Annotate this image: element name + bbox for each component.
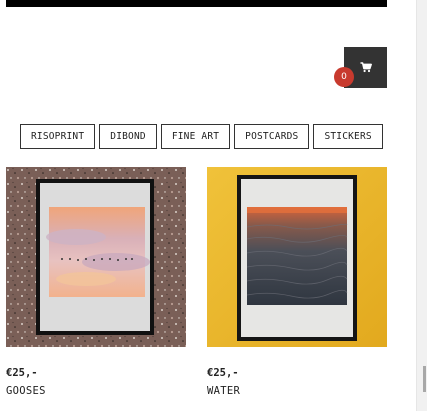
- filter-postcards-button[interactable]: POSTCARDS: [234, 124, 310, 149]
- product-title[interactable]: GOOSES: [6, 385, 186, 397]
- filter-risoprint-button[interactable]: RISOPRINT: [20, 124, 96, 149]
- product-price: €25,-: [6, 367, 38, 379]
- product-image[interactable]: [6, 167, 186, 347]
- scrollbar-thumb[interactable]: [423, 366, 426, 392]
- page-scrollbar[interactable]: [416, 0, 427, 411]
- filter-dibond-button[interactable]: DIBOND: [99, 124, 157, 149]
- product-card[interactable]: €25,- WATER: [207, 167, 387, 397]
- filter-fine-art-button[interactable]: FINE ART: [160, 124, 231, 149]
- category-filter-bar: RISOPRINT DIBOND FINE ART POSTCARDS STIC…: [20, 124, 383, 149]
- filter-stickers-button[interactable]: STICKERS: [313, 124, 383, 149]
- cart-icon: [360, 58, 372, 77]
- header-bar: [6, 0, 387, 7]
- product-card[interactable]: €25,- GOOSES: [6, 167, 186, 397]
- product-price: €25,-: [207, 367, 239, 379]
- shop-page: 0 RISOPRINT DIBOND FINE ART POSTCARDS ST…: [0, 0, 427, 411]
- product-image[interactable]: [207, 167, 387, 347]
- product-title[interactable]: WATER: [207, 385, 387, 397]
- cart-count-badge: 0: [334, 67, 354, 87]
